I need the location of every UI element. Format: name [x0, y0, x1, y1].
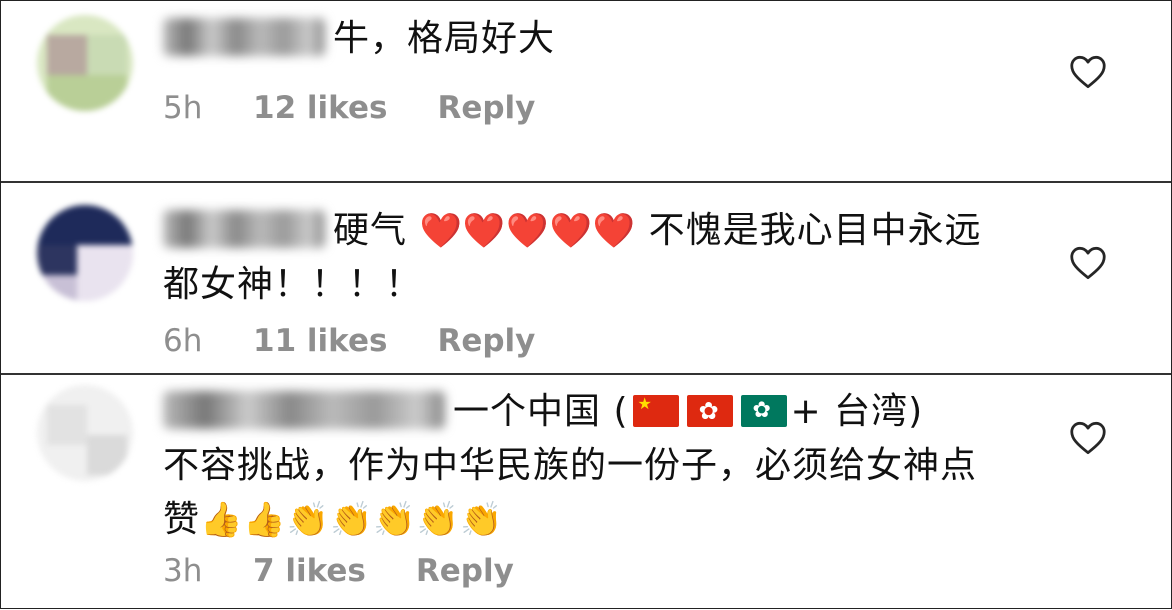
- comment-body-mid: + 台湾): [790, 391, 924, 432]
- reply-button[interactable]: Reply: [416, 553, 514, 589]
- comment-body: 牛，格局好大: [333, 18, 556, 59]
- china-flag-icon: [632, 395, 679, 427]
- username-blurred[interactable]: [163, 210, 325, 248]
- comment-item: 牛，格局好大 5h 12 likes Reply: [1, 1, 1171, 183]
- comment-time: 3h: [163, 553, 203, 589]
- likes-count[interactable]: 11 likes: [253, 323, 387, 359]
- comment-text: 硬气 ❤️❤️❤️❤️❤️ 不愧是我心目中永远都女神！！！！: [163, 204, 1003, 312]
- heart-emoji: ❤️❤️❤️❤️❤️: [419, 211, 637, 251]
- avatar[interactable]: [37, 205, 133, 301]
- comment-text: 一个中国 (+ 台湾) 不容挑战，作为中华民族的一份子，必须给女神点赞👍👍👏👏👏…: [163, 385, 1003, 547]
- username-blurred[interactable]: [163, 391, 445, 429]
- heart-outline-icon[interactable]: [1069, 246, 1107, 280]
- comment-time: 6h: [163, 323, 203, 359]
- comments-panel: 牛，格局好大 5h 12 likes Reply 硬气 ❤️❤️❤️❤️❤️ 不愧是…: [0, 0, 1172, 609]
- comment-item: 一个中国 (+ 台湾) 不容挑战，作为中华民族的一份子，必须给女神点赞👍👍👏👏👏…: [1, 375, 1171, 610]
- comment-body-start: 一个中国 (: [453, 391, 629, 432]
- clapping-hands-emoji: 👏👏👏👏👏: [286, 500, 504, 540]
- comment-time: 5h: [163, 90, 203, 126]
- thumbs-up-emoji: 👍👍: [200, 500, 287, 540]
- likes-count[interactable]: 7 likes: [253, 553, 366, 589]
- heart-outline-icon[interactable]: [1069, 421, 1107, 455]
- username-blurred[interactable]: [163, 18, 325, 56]
- comment-body-start: 硬气: [333, 210, 408, 251]
- avatar[interactable]: [37, 15, 133, 111]
- avatar[interactable]: [37, 385, 133, 481]
- comment-meta: 3h 7 likes Reply: [163, 553, 514, 589]
- comment-item: 硬气 ❤️❤️❤️❤️❤️ 不愧是我心目中永远都女神！！！！ 6h 11 like…: [1, 183, 1171, 375]
- comment-meta: 6h 11 likes Reply: [163, 323, 535, 359]
- reply-button[interactable]: Reply: [437, 323, 535, 359]
- macau-flag-icon: [740, 395, 787, 427]
- comment-meta: 5h 12 likes Reply: [163, 90, 535, 126]
- comment-text: 牛，格局好大: [163, 12, 1003, 66]
- reply-button[interactable]: Reply: [437, 90, 535, 126]
- likes-count[interactable]: 12 likes: [253, 90, 387, 126]
- heart-outline-icon[interactable]: [1069, 55, 1107, 89]
- hong-kong-flag-icon: [686, 395, 733, 427]
